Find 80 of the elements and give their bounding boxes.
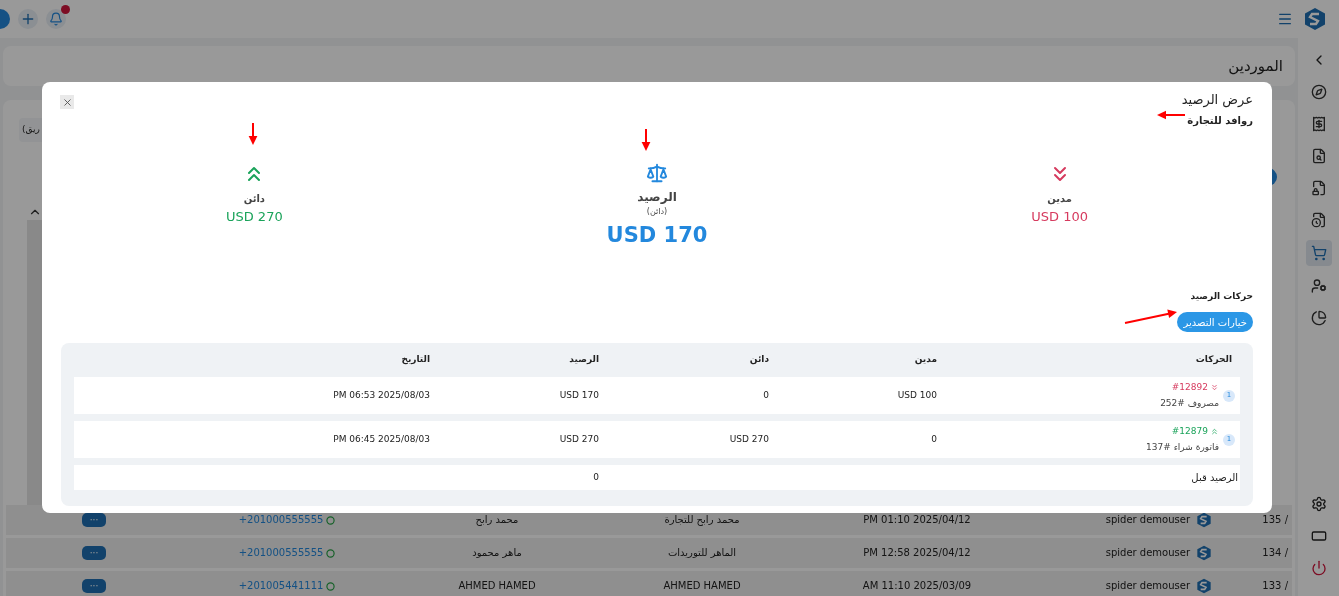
more-button[interactable]: ··· — [82, 513, 106, 527]
export-button[interactable]: خيارات التصدير — [1177, 312, 1253, 332]
phone-link[interactable]: +201000555555 — [238, 514, 324, 526]
transaction-description: فاتورة شراء #137 — [1146, 440, 1219, 454]
receipt-icon[interactable] — [1310, 116, 1327, 132]
filter-text: ريق) — [22, 123, 40, 137]
date-cell-text: PM 06:53 2025/08/03 — [332, 388, 431, 402]
file-clock-icon[interactable] — [1310, 212, 1327, 228]
window-icon[interactable] — [1310, 528, 1327, 544]
plus-icon — [20, 11, 36, 27]
settings-icon[interactable] — [1310, 496, 1327, 512]
transaction-ref[interactable]: #12892 — [1171, 381, 1208, 395]
phone-link[interactable]: +201005441111 — [238, 580, 324, 592]
close-icon — [61, 96, 73, 108]
page-title: الموردين — [1228, 55, 1283, 77]
power-icon[interactable] — [1310, 560, 1327, 576]
opening-balance-label: الرصيد قبل — [1190, 471, 1239, 485]
name-cell-text: AHMED HAMED — [457, 580, 537, 592]
date-cell-text: AM 11:10 2025/03/09 — [861, 580, 973, 592]
date-cell-text: PM 06:45 2025/08/03 — [332, 432, 431, 446]
double-chevron-down-icon — [1210, 383, 1219, 393]
summary-amount: USD 170 — [606, 221, 708, 249]
round-button[interactable] — [0, 9, 10, 29]
transaction-description: مصروف #252 — [1160, 396, 1219, 410]
summary-amount: USD 100 — [1031, 207, 1089, 226]
transaction-ref[interactable]: #12879 — [1171, 425, 1208, 439]
balance-cell-text: USD 270 — [558, 432, 600, 446]
compass-icon[interactable] — [1310, 84, 1327, 100]
row-number: 133 / — [1261, 580, 1289, 592]
more-button[interactable]: ··· — [82, 579, 106, 593]
column-header: الرصيد — [568, 353, 600, 367]
file-lock-icon[interactable] — [1310, 180, 1327, 196]
company-cell-text: AHMED HAMED — [662, 580, 742, 592]
user-name: spider demouser — [1105, 514, 1190, 526]
name-cell-text: محمد رابح — [474, 514, 520, 526]
name-cell-text: ماهر محمود — [471, 547, 523, 559]
company-cell-text: الماهر للتوريدات — [666, 547, 738, 559]
debit-cell-text: USD 100 — [896, 388, 938, 402]
logo-icon — [1303, 7, 1327, 31]
logo-icon — [1196, 545, 1212, 561]
column-header: دائن — [748, 353, 770, 367]
more-button[interactable]: ··· — [82, 546, 106, 560]
file-search-icon[interactable] — [1310, 148, 1327, 164]
whatsapp-icon — [326, 548, 336, 558]
company-cell-text: محمد رابح للتجارة — [663, 514, 741, 526]
column-header: مدين — [913, 353, 938, 367]
close-button[interactable] — [60, 95, 74, 109]
supplier-name: روافد للتجارة — [1187, 113, 1253, 128]
row-number: 134 / — [1261, 547, 1289, 559]
double-chevron-up-icon — [1210, 427, 1219, 437]
user-name: spider demouser — [1105, 547, 1190, 559]
scale-icon — [646, 161, 668, 184]
pie-chart-icon[interactable] — [1310, 310, 1327, 326]
column-header: التاريخ — [400, 353, 431, 367]
user-gear-icon[interactable] — [1310, 278, 1327, 294]
column-header: الحركات — [1194, 353, 1233, 367]
whatsapp-icon — [326, 581, 336, 591]
credit-cell-text: USD 270 — [728, 432, 770, 446]
dialog-title: عرض الرصيد — [1181, 91, 1253, 110]
summary-label: دائن — [243, 191, 265, 206]
summary-amount: USD 270 — [225, 207, 283, 226]
whatsapp-icon — [326, 515, 336, 525]
balance-cell-text: 0 — [592, 470, 600, 484]
credit-cell-text: 0 — [762, 388, 770, 402]
date-cell-text: PM 01:10 2025/04/12 — [862, 514, 972, 526]
summary-note: (دائن) — [646, 205, 668, 218]
cart-icon[interactable] — [1310, 245, 1327, 261]
user-name: spider demouser — [1105, 580, 1190, 592]
add-button[interactable] — [18, 9, 38, 29]
menu-icon[interactable] — [1277, 11, 1293, 27]
row-number: 135 / — [1261, 514, 1289, 526]
bell-icon — [49, 12, 63, 26]
summary-label: مدين — [1047, 191, 1073, 206]
section-title: حركات الرصيد — [1190, 289, 1253, 303]
balance-cell-text: USD 170 — [558, 388, 600, 402]
summary-label: الرصيد — [637, 188, 677, 206]
debit-cell-text: 0 — [930, 432, 938, 446]
phone-link[interactable]: +201000555555 — [238, 547, 324, 559]
logo-icon — [1196, 578, 1212, 594]
date-cell-text: PM 12:58 2025/04/12 — [862, 547, 972, 559]
